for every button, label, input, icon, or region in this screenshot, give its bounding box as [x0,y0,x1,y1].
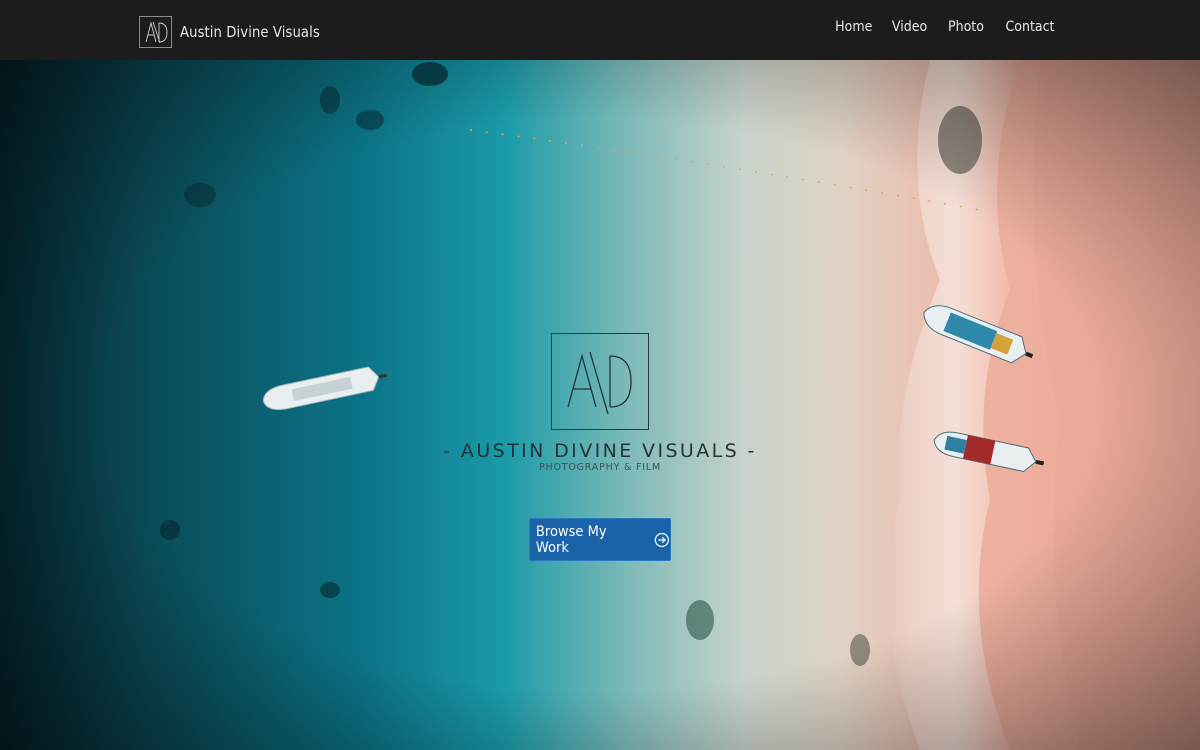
browse-button-label: Browse My Work [535,523,607,556]
nav-contact[interactable]: Contact [1005,19,1054,35]
hero-subtitle: PHOTOGRAPHY & FILM [539,462,661,473]
center-logo-icon [551,333,649,430]
nav-photo[interactable]: Photo [948,19,984,35]
circle-arrow-right-icon [655,532,670,547]
brand-link[interactable]: Austin Divine Visuals [139,16,339,48]
nav-home[interactable]: Home [835,19,872,35]
navbar: Austin Divine Visuals Home Video Photo C… [0,0,1200,60]
hero-title: - AUSTIN DIVINE VISUALS - [443,440,757,462]
nav-links: Home Video Photo Contact [815,19,1054,35]
brand-name: Austin Divine Visuals [180,23,320,41]
brand-logo-icon [139,16,172,48]
browse-my-work-button[interactable]: Browse My Work [529,518,671,561]
nav-video[interactable]: Video [892,19,927,35]
